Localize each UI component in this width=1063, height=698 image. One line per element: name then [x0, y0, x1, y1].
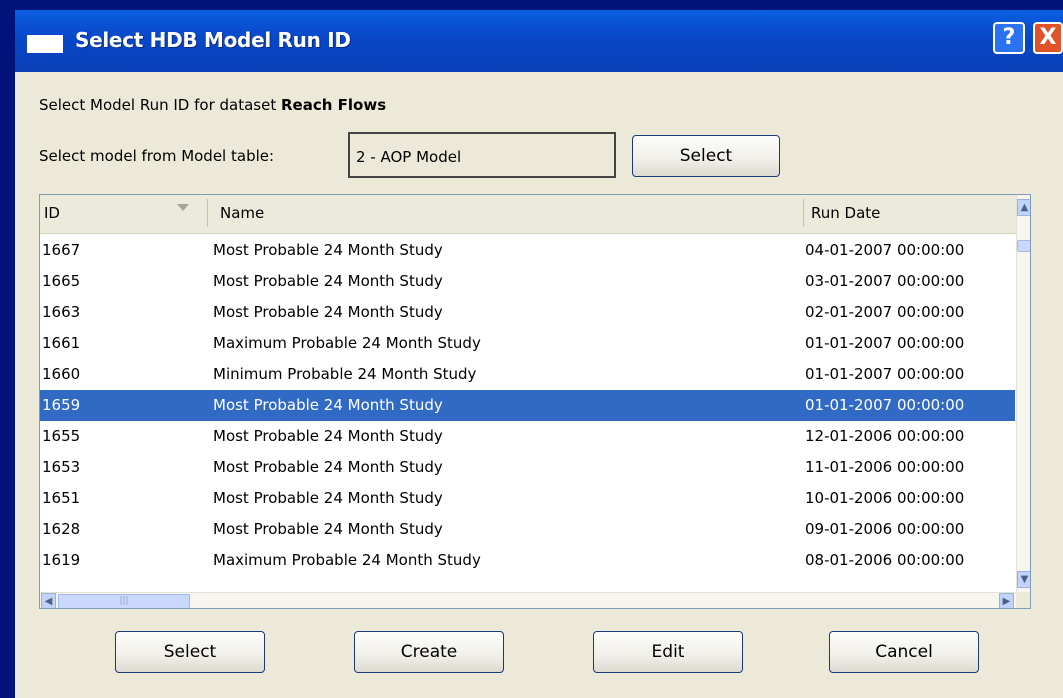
cell-id: 1628 [42, 520, 81, 538]
cell-id: 1660 [42, 365, 81, 383]
sort-down-icon [177, 204, 189, 211]
model-run-table[interactable]: ID Name Run Date 1667 Most Probable 24 Mo… [39, 194, 1031, 609]
cell-id: 1665 [42, 272, 81, 290]
window-icon [27, 35, 63, 53]
select-button[interactable]: Select [115, 631, 265, 673]
cell-id: 1663 [42, 303, 81, 321]
select-hdb-model-run-dialog: Select HDB Model Run ID ? X Select Model… [15, 10, 1063, 698]
model-field[interactable]: 2 - AOP Model [348, 132, 616, 178]
cell-name: Most Probable 24 Month Study [213, 241, 443, 259]
cell-run-date: 11-01-2006 00:00:00 [805, 458, 965, 476]
table-row[interactable]: 1659 Most Probable 24 Month Study 01-01-20… [40, 390, 1015, 421]
select-model-button[interactable]: Select [632, 135, 780, 177]
cell-run-date: 01-01-2007 00:00:00 [805, 396, 965, 414]
cell-name: Most Probable 24 Month Study [213, 458, 443, 476]
cell-run-date: 08-01-2006 00:00:00 [805, 551, 965, 569]
model-label: Select model from Model table: [39, 147, 275, 165]
cell-name: Most Probable 24 Month Study [213, 427, 443, 445]
edit-button[interactable]: Edit [593, 631, 743, 673]
table-row[interactable]: 1619 Maximum Probable 24 Month Study 08-01… [40, 545, 1015, 576]
title-bar[interactable]: Select HDB Model Run ID ? X [15, 10, 1063, 72]
cell-id: 1655 [42, 427, 81, 445]
column-header-run-date[interactable]: Run Date [811, 204, 880, 222]
cell-run-date: 10-01-2006 00:00:00 [805, 489, 965, 507]
table-row[interactable]: 1667 Most Probable 24 Month Study 04-01-20… [40, 235, 1015, 266]
cell-id: 1659 [42, 396, 81, 414]
table-row[interactable]: 1628 Most Probable 24 Month Study 09-01-20… [40, 514, 1015, 545]
cell-run-date: 02-01-2007 00:00:00 [805, 303, 965, 321]
cell-id: 1651 [42, 489, 81, 507]
cell-id: 1619 [42, 551, 81, 569]
help-button[interactable]: ? [993, 22, 1025, 54]
cell-run-date: 09-01-2006 00:00:00 [805, 520, 965, 538]
dataset-line: Select Model Run ID for dataset Reach Fl… [39, 96, 386, 114]
scroll-left-icon[interactable]: ◀ [41, 593, 56, 608]
column-divider[interactable] [207, 199, 208, 227]
dataset-name: Reach Flows [281, 96, 387, 114]
vertical-scroll-thumb[interactable] [1017, 240, 1030, 252]
table-row[interactable]: 1665 Most Probable 24 Month Study 03-01-20… [40, 266, 1015, 297]
cell-run-date: 01-01-2007 00:00:00 [805, 334, 965, 352]
scroll-down-icon[interactable]: ▼ [1017, 571, 1030, 588]
cancel-button[interactable]: Cancel [829, 631, 979, 673]
scroll-right-icon[interactable]: ▶ [999, 593, 1014, 608]
table-row[interactable]: 1655 Most Probable 24 Month Study 12-01-20… [40, 421, 1015, 452]
table-row[interactable]: 1653 Most Probable 24 Month Study 11-01-20… [40, 452, 1015, 483]
create-button[interactable]: Create [354, 631, 504, 673]
table-row[interactable]: 1663 Most Probable 24 Month Study 02-01-20… [40, 297, 1015, 328]
table-row[interactable]: 1661 Maximum Probable 24 Month Study 01-01… [40, 328, 1015, 359]
vertical-scrollbar[interactable]: ▲ ▼ [1016, 195, 1030, 592]
cell-name: Most Probable 24 Month Study [213, 303, 443, 321]
scrollbar-corner [1016, 592, 1030, 608]
cell-id: 1667 [42, 241, 81, 259]
column-header-name[interactable]: Name [220, 204, 264, 222]
cell-name: Most Probable 24 Month Study [213, 396, 443, 414]
cell-run-date: 01-01-2007 00:00:00 [805, 365, 965, 383]
column-header-id[interactable]: ID [44, 204, 60, 222]
dataset-prefix: Select Model Run ID for dataset [39, 96, 281, 114]
cell-name: Maximum Probable 24 Month Study [213, 551, 481, 569]
scroll-up-icon[interactable]: ▲ [1017, 199, 1030, 216]
table-row[interactable]: 1651 Most Probable 24 Month Study 10-01-20… [40, 483, 1015, 514]
cell-name: Most Probable 24 Month Study [213, 489, 443, 507]
cell-name: Most Probable 24 Month Study [213, 520, 443, 538]
cell-run-date: 12-01-2006 00:00:00 [805, 427, 965, 445]
cell-name: Minimum Probable 24 Month Study [213, 365, 477, 383]
window-title: Select HDB Model Run ID [75, 28, 351, 52]
table-row[interactable]: 1660 Minimum Probable 24 Month Study 01-01… [40, 359, 1015, 390]
close-button[interactable]: X [1033, 22, 1063, 54]
column-divider[interactable] [803, 199, 804, 227]
cell-run-date: 03-01-2007 00:00:00 [805, 272, 965, 290]
cell-name: Maximum Probable 24 Month Study [213, 334, 481, 352]
table-header: ID Name Run Date [40, 195, 1016, 234]
cell-id: 1653 [42, 458, 81, 476]
cell-name: Most Probable 24 Month Study [213, 272, 443, 290]
cell-id: 1661 [42, 334, 81, 352]
horizontal-scrollbar[interactable]: ◀ ||| ▶ [40, 592, 1016, 608]
horizontal-scroll-thumb[interactable]: ||| [58, 594, 190, 608]
cell-run-date: 04-01-2007 00:00:00 [805, 241, 965, 259]
